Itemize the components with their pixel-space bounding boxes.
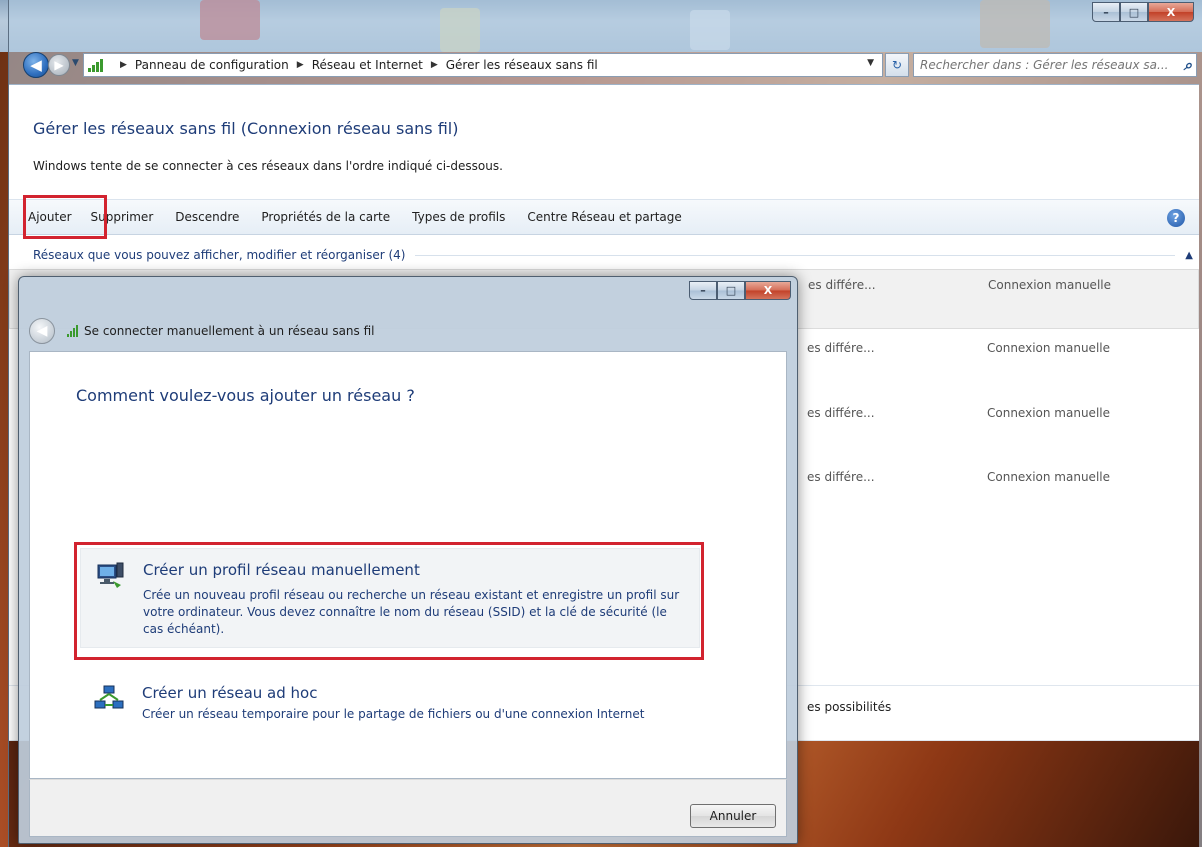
network-mode-cell: Connexion manuelle — [987, 341, 1110, 355]
profile-types-button[interactable]: Types de profils — [401, 210, 516, 224]
breadcrumb-control-panel[interactable]: Panneau de configuration — [135, 58, 289, 72]
refresh-icon: ↻ — [891, 58, 903, 72]
network-sharing-center-button[interactable]: Centre Réseau et partage — [516, 210, 692, 224]
network-mode-cell: Connexion manuelle — [987, 470, 1110, 484]
back-button[interactable]: ◀ — [23, 52, 49, 78]
dialog-question: Comment voulez-vous ajouter un réseau ? — [76, 386, 415, 405]
create-ad-hoc-option[interactable]: Créer un réseau ad hoc Créer un réseau t… — [80, 672, 700, 732]
forward-button[interactable]: ▶ — [48, 54, 70, 76]
dialog-footer: Annuler — [29, 779, 787, 837]
arrow-left-icon: ◀ — [36, 323, 48, 339]
help-icon[interactable]: ? — [1167, 209, 1185, 227]
dialog-back-button[interactable]: ◀ — [29, 318, 55, 344]
dialog-minimize-button[interactable]: – — [689, 281, 717, 300]
wizard-dialog: – □ X ◀ Se connecter manuellement à un r… — [18, 276, 798, 844]
network-group-header[interactable]: Réseaux que vous pouvez afficher, modifi… — [33, 247, 1199, 263]
chevron-right-icon[interactable]: ▶ — [120, 60, 127, 70]
network-mode-cell: Connexion manuelle — [988, 278, 1111, 292]
network-mode-cell: Connexion manuelle — [987, 406, 1110, 420]
dialog-nav: ◀ Se connecter manuellement à un réseau … — [29, 317, 375, 345]
search-icon[interactable]: ⌕ — [1184, 56, 1192, 74]
chevron-right-icon[interactable]: ▶ — [297, 60, 304, 70]
refresh-button[interactable]: ↻ — [885, 53, 909, 77]
dialog-close-button[interactable]: X — [745, 281, 791, 300]
dialog-body: Comment voulez-vous ajouter un réseau ? … — [29, 351, 787, 779]
option-description: Créer un réseau temporaire pour le parta… — [142, 707, 645, 721]
arrow-left-icon: ◀ — [30, 56, 42, 74]
network-signal-icon — [67, 325, 78, 337]
search-box[interactable]: ⌕ — [913, 53, 1197, 77]
close-button[interactable]: X — [1148, 2, 1194, 22]
search-input[interactable] — [920, 58, 1170, 72]
chevron-right-icon[interactable]: ▶ — [431, 60, 438, 70]
address-dropdown-icon[interactable]: ▼ — [867, 58, 874, 68]
breadcrumb-manage-wireless[interactable]: Gérer les réseaux sans fil — [446, 58, 598, 72]
window-caption-buttons: – □ X — [1092, 2, 1194, 22]
history-dropdown-icon[interactable]: ▼ — [72, 58, 79, 68]
group-header-label: Réseaux que vous pouvez afficher, modifi… — [33, 248, 406, 262]
navigation-bar: ◀ ▶ ▼ ▶ Panneau de configuration ▶ Résea… — [23, 52, 1202, 78]
page-title: Gérer les réseaux sans fil (Connexion ré… — [33, 119, 459, 138]
arrow-right-icon: ▶ — [54, 58, 64, 72]
minimize-button[interactable]: – — [1092, 2, 1120, 22]
adapter-properties-button[interactable]: Propriétés de la carte — [250, 210, 401, 224]
chevron-up-icon[interactable]: ▲ — [1185, 250, 1193, 261]
page-subtitle: Windows tente de se connecter à ces rése… — [33, 159, 503, 173]
details-text: es possibilités — [807, 700, 892, 714]
breadcrumb-network-internet[interactable]: Réseau et Internet — [312, 58, 423, 72]
create-profile-highlight — [74, 542, 704, 660]
network-security-cell: es différe... — [807, 406, 875, 420]
command-bar: Ajouter Supprimer Descendre Propriétés d… — [9, 199, 1199, 235]
address-bar[interactable]: ▶ Panneau de configuration ▶ Réseau et I… — [83, 53, 883, 77]
cancel-button[interactable]: Annuler — [690, 804, 776, 828]
maximize-button[interactable]: □ — [1120, 2, 1148, 22]
dialog-maximize-button[interactable]: □ — [717, 281, 745, 300]
network-security-cell: es différe... — [807, 341, 875, 355]
add-button-highlight — [23, 195, 107, 239]
move-down-button[interactable]: Descendre — [164, 210, 250, 224]
network-security-cell: es différe... — [808, 278, 876, 292]
network-security-cell: es différe... — [807, 470, 875, 484]
group-divider — [415, 254, 1176, 256]
dialog-title: Se connecter manuellement à un réseau sa… — [84, 324, 375, 338]
network-signal-icon — [88, 58, 106, 72]
option-title: Créer un réseau ad hoc — [142, 684, 318, 702]
ad-hoc-network-icon — [94, 685, 124, 709]
dialog-caption-buttons: – □ X — [689, 281, 791, 300]
